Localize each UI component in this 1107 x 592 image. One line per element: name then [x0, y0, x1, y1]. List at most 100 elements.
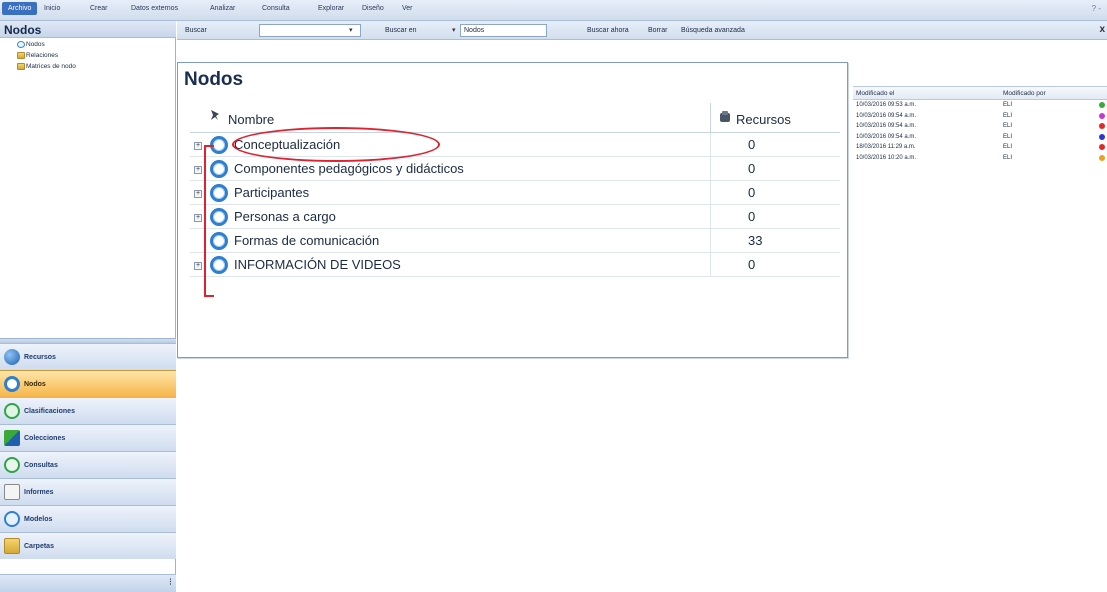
resource-count: 0 — [748, 137, 756, 152]
node-name: INFORMACIÓN DE VIDEOS — [234, 257, 401, 272]
close-icon[interactable]: x — [1099, 24, 1105, 35]
reports-icon — [4, 484, 20, 500]
modified-by: ELI — [1003, 112, 1013, 119]
modified-by: ELI — [1003, 144, 1013, 151]
tree-item-label: Nodos — [26, 41, 45, 48]
chevron-down-icon[interactable]: ▾ — [452, 26, 456, 34]
nav-label: Consultas — [24, 461, 58, 469]
table-row[interactable]: + Participantes 0 — [190, 181, 840, 205]
color-dot — [1099, 123, 1105, 129]
tab-datos-externos[interactable]: Datos externos — [131, 5, 178, 12]
column-modified-on[interactable]: Modificado el — [853, 90, 1001, 97]
list-header: Modificado el Modificado por — [853, 86, 1107, 100]
tab-archivo[interactable]: Archivo — [2, 2, 38, 15]
nav-recursos[interactable]: Recursos — [0, 343, 176, 370]
column-divider — [710, 181, 711, 205]
table-row[interactable]: + INFORMACIÓN DE VIDEOS 0 — [190, 253, 840, 277]
column-name[interactable]: Nombre — [228, 112, 274, 127]
resource-count: 0 — [748, 185, 756, 200]
nav-clasificaciones[interactable]: Clasificaciones — [0, 397, 176, 424]
table-row[interactable]: Formas de comunicación 33 — [190, 229, 840, 253]
nav-nodos[interactable]: Nodos — [0, 370, 176, 397]
color-column[interactable] — [1095, 87, 1107, 99]
expand-icon[interactable]: + — [194, 214, 202, 222]
table-row[interactable]: + Personas a cargo 0 — [190, 205, 840, 229]
nav-modelos[interactable]: Modelos — [0, 505, 176, 532]
configure-buttons-icon[interactable]: ⁝ — [169, 577, 172, 588]
nav-label: Clasificaciones — [24, 407, 75, 415]
expand-icon[interactable]: + — [194, 262, 202, 270]
folder-icon — [17, 63, 25, 70]
ribbon-tab-bar: Archivo Inicio Crear Datos externos Anal… — [0, 0, 1107, 21]
modified-date: 10/03/2016 10:20 a.m. — [856, 154, 917, 161]
detail-list: Modificado el Modificado por 10/03/2016 … — [853, 86, 1107, 163]
list-item[interactable]: 10/03/2016 09:54 a.m. ELI — [853, 132, 1107, 143]
tab-ver[interactable]: Ver — [402, 5, 413, 12]
tab-analizar[interactable]: Analizar — [210, 5, 235, 12]
column-resources[interactable]: Recursos — [736, 112, 791, 127]
search-input[interactable] — [259, 24, 361, 37]
tree-item-nodos[interactable]: Nodos — [0, 39, 175, 50]
nav-informes[interactable]: Informes — [0, 478, 176, 505]
color-dot — [1099, 133, 1105, 140]
color-dot — [1099, 112, 1105, 119]
color-cell — [1095, 111, 1107, 122]
classifications-icon — [4, 403, 20, 419]
pin-icon — [211, 110, 219, 120]
advanced-find-button[interactable]: Búsqueda avanzada — [681, 27, 745, 34]
tree-item-matrices[interactable]: Matrices de nodo — [0, 61, 175, 72]
tab-consulta[interactable]: Consulta — [262, 5, 290, 12]
column-divider — [710, 205, 711, 229]
search-in-button[interactable]: Buscar en — [385, 27, 417, 34]
node-name: Personas a cargo — [234, 209, 336, 224]
tab-crear[interactable]: Crear — [90, 5, 108, 12]
nav-carpetas[interactable]: Carpetas — [0, 532, 176, 559]
list-item[interactable]: 10/03/2016 09:53 a.m. ELI — [853, 100, 1107, 111]
tab-explorar[interactable]: Explorar — [318, 5, 344, 12]
resource-count: 0 — [748, 161, 756, 176]
list-item[interactable]: 10/03/2016 09:54 a.m. ELI — [853, 111, 1107, 122]
table-row[interactable]: + Componentes pedagógicos y didácticos 0 — [190, 157, 840, 181]
find-bar: Buscar ▾ Buscar en ▾ Nodos Buscar ahora … — [177, 21, 1107, 40]
list-item[interactable]: 10/03/2016 10:20 a.m. ELI — [853, 153, 1107, 164]
panel-title: Nodos — [184, 69, 244, 90]
expand-icon[interactable]: + — [194, 142, 202, 150]
help-button[interactable]: ? - — [1092, 4, 1101, 13]
column-divider — [710, 157, 711, 181]
tab-diseno[interactable]: Diseño — [362, 5, 384, 12]
expand-icon[interactable]: + — [194, 190, 202, 198]
tree-item-relaciones[interactable]: Relaciones — [0, 50, 175, 61]
modified-by: ELI — [1003, 123, 1013, 130]
nodes-panel: Nodos Nombre Recursos + Conceptualizació… — [177, 62, 848, 358]
node-name: Formas de comunicación — [234, 233, 380, 248]
resource-count: 0 — [748, 209, 756, 224]
column-divider — [710, 103, 711, 133]
resource-count: 0 — [748, 257, 756, 272]
tab-inicio[interactable]: Inicio — [44, 5, 60, 12]
nav-label: Nodos — [24, 380, 46, 388]
nav-colecciones[interactable]: Colecciones — [0, 424, 176, 451]
chevron-down-icon[interactable]: ▾ — [349, 26, 353, 34]
column-modified-by[interactable]: Modificado por — [1001, 90, 1095, 97]
modified-date: 10/03/2016 09:53 a.m. — [856, 102, 917, 109]
search-scope-field[interactable]: Nodos — [460, 24, 547, 37]
modified-date: 10/03/2016 09:54 a.m. — [856, 112, 917, 119]
nav-consultas[interactable]: Consultas — [0, 451, 176, 478]
nav-label: Informes — [24, 488, 54, 496]
clear-button[interactable]: Borrar — [648, 27, 667, 34]
navigation-pane: Nodos Nodos Relaciones Matrices de nodo … — [0, 21, 176, 592]
pane-title: Nodos — [0, 21, 176, 38]
modified-date: 18/03/2016 11:29 a.m. — [856, 144, 916, 151]
list-item[interactable]: 18/03/2016 11:29 a.m. ELI — [853, 142, 1107, 153]
color-cell — [1095, 142, 1107, 153]
models-icon — [4, 511, 20, 527]
modified-by: ELI — [1003, 154, 1013, 161]
search-label: Buscar — [185, 27, 207, 34]
list-item[interactable]: 10/03/2016 09:54 a.m. ELI — [853, 121, 1107, 132]
node-icon — [17, 41, 25, 48]
find-now-button[interactable]: Buscar ahora — [587, 27, 629, 34]
expand-icon[interactable]: + — [194, 166, 202, 174]
queries-icon — [4, 457, 20, 473]
column-divider — [710, 253, 711, 277]
modified-date: 10/03/2016 09:54 a.m. — [856, 123, 917, 130]
